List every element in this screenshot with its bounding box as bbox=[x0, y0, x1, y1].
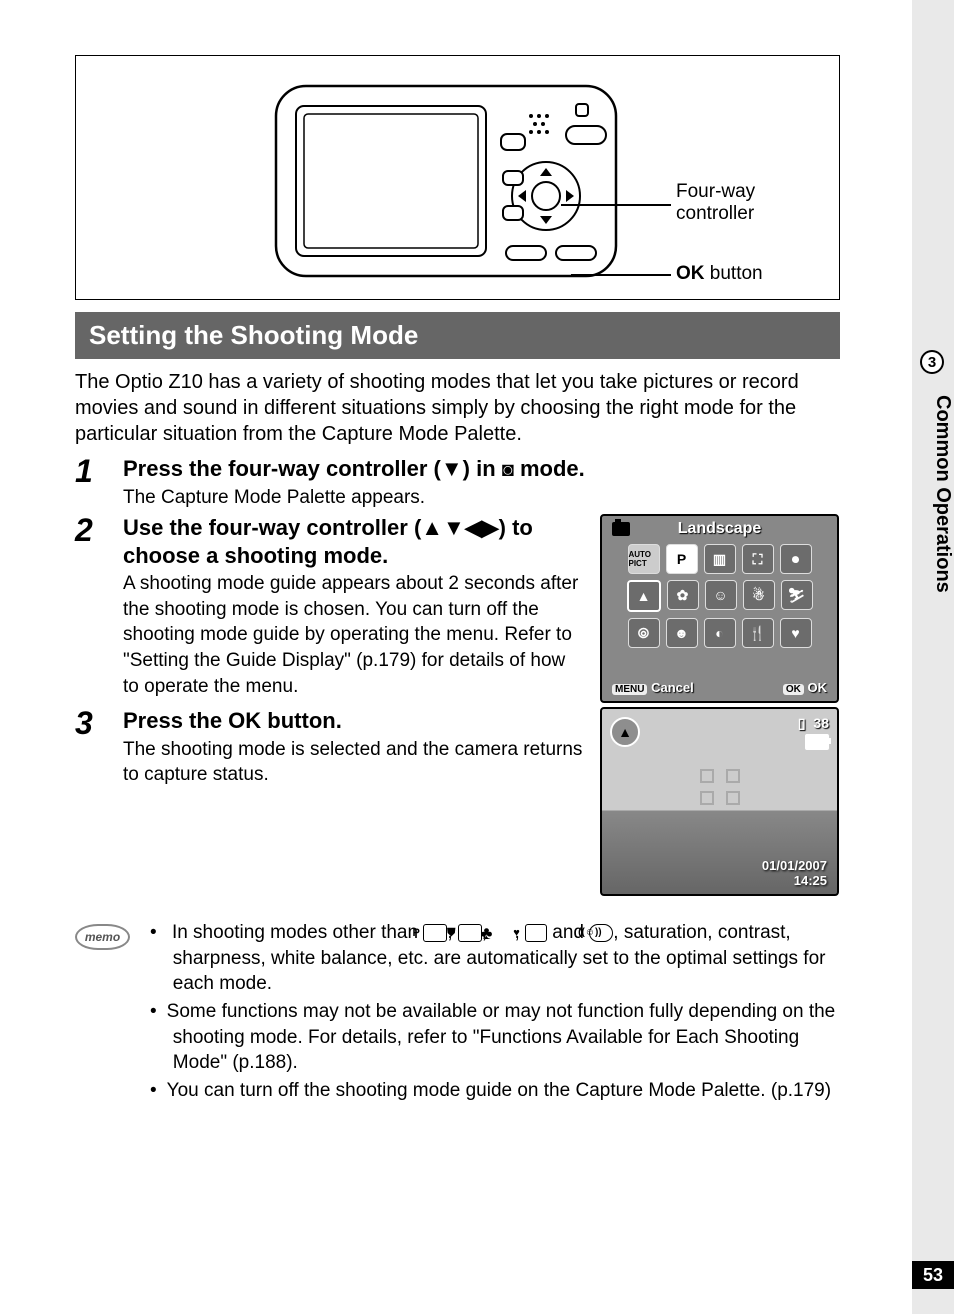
mode-program-icon: P bbox=[666, 544, 698, 574]
step-3-title-pre: Press the bbox=[123, 708, 228, 733]
step-3-title-post: button. bbox=[261, 708, 342, 733]
chapter-number: 3 bbox=[922, 352, 942, 372]
intro-paragraph: The Optio Z10 has a variety of shooting … bbox=[75, 369, 840, 447]
chapter-badge: 3 bbox=[920, 350, 944, 374]
callout-fourway-line2: controller bbox=[676, 203, 754, 224]
memo-block: memo In shooting modes other than P, ⛊, … bbox=[75, 920, 840, 1105]
callout-fourway: Four-way controller bbox=[676, 181, 755, 225]
mode-portrait-icon: ☺ bbox=[705, 580, 737, 610]
step-3-number: 3 bbox=[75, 707, 105, 896]
mode-night-icon: ▥ bbox=[704, 544, 736, 574]
ok-badge: OK bbox=[783, 684, 804, 695]
mode-sport-icon: ⛷ bbox=[781, 580, 813, 610]
mode-food-icon: 🍴 bbox=[742, 618, 774, 648]
cancel-label: Cancel bbox=[651, 680, 694, 695]
capture-time: 14:25 bbox=[794, 873, 827, 888]
step-3-desc: The shooting mode is selected and the ca… bbox=[123, 737, 585, 788]
focus-frame bbox=[700, 769, 740, 805]
fourway-arrows-icon: ▲▼◀▶ bbox=[421, 515, 498, 540]
page: 3 Common Operations 53 bbox=[0, 0, 954, 1314]
step-2-desc: A shooting mode guide appears about 2 se… bbox=[123, 571, 585, 699]
mode-landscape-icon: ▲ bbox=[627, 580, 661, 612]
down-arrow-icon: ▼ bbox=[441, 456, 463, 481]
lcd-palette-title: Landscape bbox=[602, 516, 837, 538]
ok-button-label: OK bbox=[228, 708, 261, 733]
mode-group-icon: ⦾ bbox=[628, 618, 660, 648]
memory-card-icon: ▯ bbox=[798, 715, 806, 731]
camera-illustration bbox=[271, 76, 621, 281]
callout-line-2 bbox=[571, 274, 671, 276]
step-1-title-pre: Press the four-way controller ( bbox=[123, 456, 441, 481]
frame-mode-icon: ♥ bbox=[525, 924, 547, 942]
memo-item-1: In shooting modes other than P, ⛊, ♣, ♥ … bbox=[150, 920, 840, 997]
capture-top-right-status: ▯ 38 bbox=[798, 715, 829, 753]
mode-kids-icon: ☻ bbox=[666, 618, 698, 648]
callout-ok-button: OK button bbox=[676, 263, 763, 285]
callout-fourway-line1: Four-way bbox=[676, 181, 755, 202]
sound-mode-icon: ((☺)) bbox=[589, 924, 613, 942]
memo-label: memo bbox=[75, 924, 130, 950]
step-1-title: Press the four-way controller (▼) in ◙ m… bbox=[123, 455, 840, 483]
program-mode-icon: P bbox=[423, 924, 447, 942]
step-2-title-pre: Use the four-way controller ( bbox=[123, 515, 421, 540]
step-1-number: 1 bbox=[75, 455, 105, 510]
section-header: Setting the Shooting Mode bbox=[75, 312, 840, 359]
memo-icon: memo bbox=[75, 920, 130, 1105]
palette-icon-grid: AUTO PICT P ▥ ⛶ ⏺ ▲ ✿ ☺ ☃ ⛷ ⦾ bbox=[602, 538, 837, 654]
lcd-palette-screenshot: Landscape AUTO PICT P ▥ ⛶ ⏺ ▲ ✿ ☺ ☃ bbox=[600, 514, 839, 703]
step-2-title: Use the four-way controller (▲▼◀▶) to ch… bbox=[123, 514, 585, 569]
capture-datetime: 01/01/2007 14:25 bbox=[762, 858, 827, 888]
ok-label: OK bbox=[808, 680, 828, 695]
memo-item-3: You can turn off the shooting mode guide… bbox=[150, 1078, 840, 1104]
step-1: 1 Press the four-way controller (▼) in ◙… bbox=[75, 455, 840, 510]
side-strip: 3 Common Operations 53 bbox=[912, 0, 954, 1314]
step-1-desc: The Capture Mode Palette appears. bbox=[123, 485, 840, 511]
mode-night-portrait-icon: ⛶ bbox=[742, 544, 774, 574]
mode-auto-icon: AUTO PICT bbox=[628, 544, 660, 574]
battery-icon bbox=[805, 734, 829, 750]
lcd-palette-footer: MENU Cancel OK OK bbox=[602, 674, 837, 701]
mode-frame-icon: ♥ bbox=[780, 618, 812, 648]
mode-flower-icon: ✿ bbox=[667, 580, 699, 610]
callout-line-1 bbox=[561, 204, 671, 206]
voice-mode-icon: ♣ bbox=[492, 925, 514, 941]
remaining-shots: 38 bbox=[813, 715, 829, 731]
mode-voice-icon: ⏺ bbox=[780, 544, 812, 574]
step-1-title-post: mode. bbox=[514, 456, 585, 481]
page-number: 53 bbox=[912, 1261, 954, 1289]
ok-bold: OK bbox=[676, 263, 705, 284]
capture-date: 01/01/2007 bbox=[762, 858, 827, 873]
capture-mode-icon: ▲ bbox=[610, 717, 640, 747]
step-2: 2 Use the four-way controller (▲▼◀▶) to … bbox=[75, 514, 840, 703]
step-3-title: Press the OK button. bbox=[123, 707, 585, 735]
chapter-title: Common Operations bbox=[914, 395, 954, 675]
menu-badge: MENU bbox=[612, 684, 647, 695]
movie-mode-icon: ⛊ bbox=[458, 924, 482, 942]
memo-item-2: Some functions may not be available or m… bbox=[150, 999, 840, 1076]
main-content: Four-way controller OK button Setting th… bbox=[0, 0, 900, 1146]
memo-list: In shooting modes other than P, ⛊, ♣, ♥ … bbox=[150, 920, 840, 1105]
step-3: 3 Press the OK button. The shooting mode… bbox=[75, 707, 840, 896]
ok-suffix: button bbox=[705, 263, 763, 284]
memo-1-pre: In shooting modes other than bbox=[172, 922, 423, 943]
step-1-title-mid: ) in bbox=[463, 456, 502, 481]
lcd-capture-screenshot: ▲ ▯ 38 01/01/2007 14:25 bbox=[600, 707, 839, 896]
step-2-number: 2 bbox=[75, 514, 105, 703]
mode-pet-icon: ◐ bbox=[704, 618, 736, 648]
mode-snow-icon: ☃ bbox=[743, 580, 775, 610]
camera-mode-icon bbox=[612, 522, 630, 536]
camera-diagram-box: Four-way controller OK button bbox=[75, 55, 840, 300]
